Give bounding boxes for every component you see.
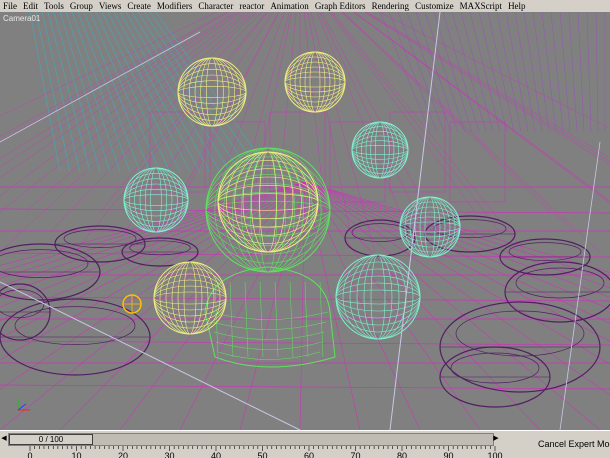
axis-gizmo-icon: [17, 398, 30, 411]
camera-viewport[interactable]: Camera01: [0, 12, 610, 430]
menu-help[interactable]: Help: [505, 0, 529, 12]
timeline-tick-label: 60: [304, 451, 314, 458]
timeline-tick-label: 40: [211, 451, 221, 458]
camera-target-icon[interactable]: [122, 294, 142, 314]
timeline-tick-label: 80: [397, 451, 407, 458]
status-area: ◀ 0 / 100 ▶ 0 10 20 30 40 50 60 70 80 90 100 Cance…: [0, 430, 610, 458]
time-slider[interactable]: 0 / 100: [8, 433, 494, 446]
track-bar[interactable]: 0 10 20 30 40 50 60 70 80 90 100: [20, 446, 520, 458]
menu-animation[interactable]: Animation: [267, 0, 312, 12]
menu-character[interactable]: Character: [195, 0, 236, 12]
timeline-tick-label: 0: [27, 451, 32, 458]
timeline-tick-label: 30: [164, 451, 174, 458]
viewport-label[interactable]: Camera01: [3, 14, 40, 23]
cancel-expert-mode-button[interactable]: Cancel Expert Mode: [538, 439, 610, 449]
timeline-tick-label: 90: [443, 451, 453, 458]
menu-edit[interactable]: Edit: [20, 0, 41, 12]
time-slider-thumb[interactable]: 0 / 100: [9, 434, 93, 445]
menu-group[interactable]: Group: [67, 0, 96, 12]
wireframe-scene: [0, 12, 610, 430]
max-window: File Edit Tools Group Views Create Modif…: [0, 0, 610, 458]
timeline-tick-label: 20: [118, 451, 128, 458]
menu-rendering[interactable]: Rendering: [369, 0, 413, 12]
menu-graph-editors[interactable]: Graph Editors: [312, 0, 369, 12]
menu-file[interactable]: File: [0, 0, 20, 12]
timeline-tick-label: 10: [71, 451, 81, 458]
time-prev-button[interactable]: ◀: [0, 433, 8, 444]
time-next-button[interactable]: ▶: [492, 433, 500, 444]
floor-grid: [0, 181, 610, 430]
menu-create[interactable]: Create: [124, 0, 153, 12]
menu-views[interactable]: Views: [96, 0, 124, 12]
menu-tools[interactable]: Tools: [41, 0, 67, 12]
timeline-tick-label: 70: [350, 451, 360, 458]
timeline-tick-label: 50: [257, 451, 267, 458]
menu-reactor[interactable]: reactor: [236, 0, 267, 12]
menu-customize[interactable]: Customize: [412, 0, 457, 12]
menu-maxscript[interactable]: MAXScript: [457, 0, 506, 12]
timeline-tick-label: 100: [487, 451, 502, 458]
background-wire-lines: [0, 12, 610, 253]
menu-modifiers[interactable]: Modifiers: [154, 0, 196, 12]
